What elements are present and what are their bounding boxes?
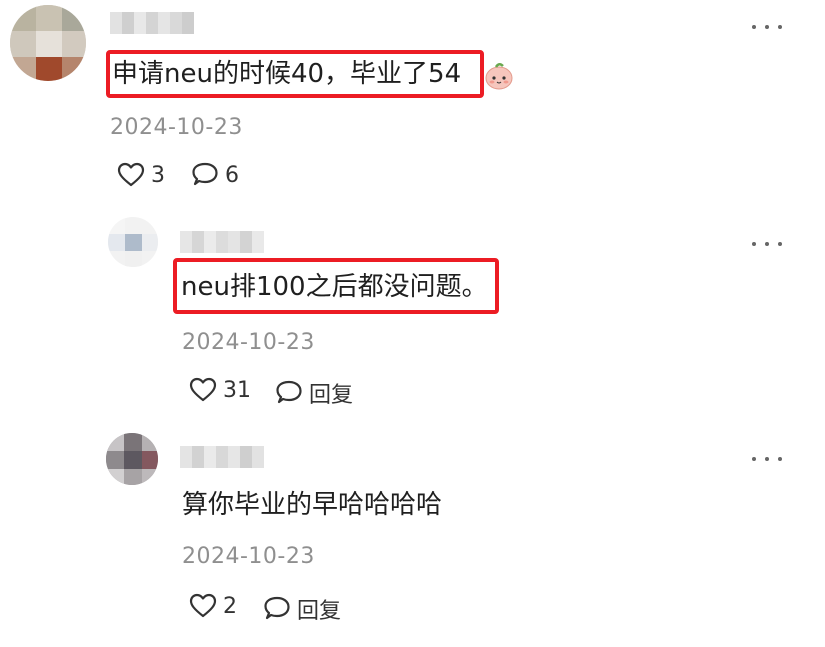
heart-icon: [117, 162, 145, 187]
comment-bubble-icon: [276, 380, 302, 404]
avatar[interactable]: [106, 433, 158, 485]
comment-text: 算你毕业的早哈哈哈哈: [182, 490, 443, 520]
heart-icon: [189, 593, 217, 618]
username[interactable]: [180, 231, 264, 253]
reply-label: 回复: [309, 383, 354, 408]
like-count: 2: [223, 593, 237, 619]
more-options-icon[interactable]: [752, 20, 782, 34]
reply-count: 6: [225, 162, 239, 188]
more-options-icon[interactable]: [752, 452, 782, 466]
reply-button[interactable]: 回复: [263, 593, 341, 625]
reply-label: 回复: [297, 599, 342, 624]
comment-date: 2024-10-23: [182, 330, 315, 355]
reply-button[interactable]: 回复: [275, 377, 353, 409]
username[interactable]: [180, 446, 264, 468]
username[interactable]: [110, 12, 194, 34]
comment-text: neu排100之后都没问题。: [181, 272, 488, 302]
like-count: 31: [223, 377, 251, 403]
comment-date: 2024-10-23: [110, 115, 243, 140]
reply-button[interactable]: 6: [191, 162, 239, 188]
comment-bubble-icon: [192, 162, 218, 186]
peach-face-emoji: [485, 63, 513, 90]
like-button[interactable]: 2: [189, 593, 237, 619]
like-button[interactable]: 3: [117, 162, 165, 188]
heart-icon: [189, 377, 217, 402]
comment-bubble-icon: [264, 596, 290, 620]
comment-text: 申请neu的时候40，毕业了54: [112, 59, 462, 89]
avatar[interactable]: [10, 5, 86, 81]
comment-date: 2024-10-23: [182, 544, 315, 569]
like-button[interactable]: 31: [189, 377, 251, 403]
more-options-icon[interactable]: [752, 237, 782, 251]
avatar[interactable]: [108, 217, 158, 267]
like-count: 3: [151, 162, 165, 188]
